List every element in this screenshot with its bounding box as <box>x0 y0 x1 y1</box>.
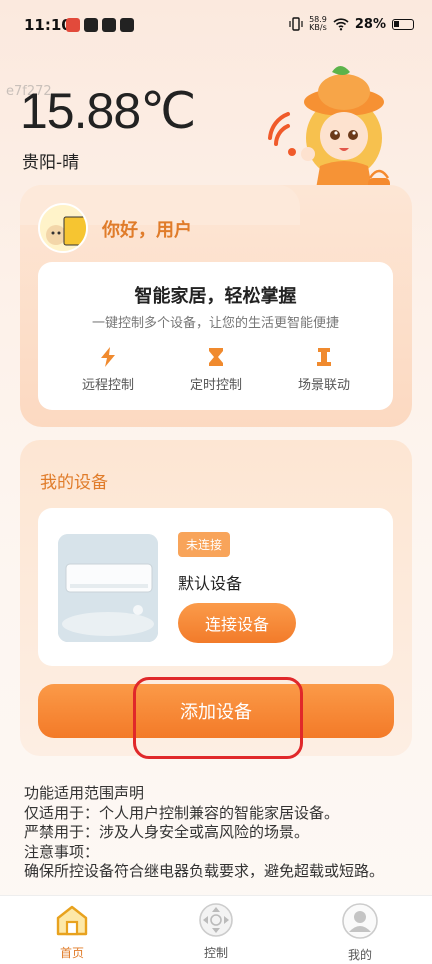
notes-line: 功能适用范围声明 <box>24 784 145 802</box>
device-image <box>58 534 158 642</box>
scene-icon <box>317 348 331 366</box>
status-notification-icons <box>66 18 134 32</box>
tab-label: 首页 <box>59 946 84 960</box>
tab-home[interactable]: 首页 <box>32 902 112 961</box>
tab-control[interactable]: 控制 <box>176 902 256 961</box>
highlight-annotation <box>133 677 303 759</box>
home-icon <box>56 905 88 936</box>
tab-profile[interactable]: 我的 <box>320 902 400 963</box>
temperature: 15.88℃ <box>20 83 196 139</box>
usage-notes: 功能适用范围声明 仅适用于：个人用户控制兼容的智能家居设备。 严禁用于：涉及人身… <box>24 784 414 882</box>
app-notification-icon <box>120 18 134 32</box>
device-item[interactable]: 未连接 默认设备 连接设备 <box>38 508 393 666</box>
feature-box: 智能家居，轻松掌握 一键控制多个设备，让您的生活更智能便捷 远程控制 定时控制 … <box>38 262 393 410</box>
tab-label: 我的 <box>347 948 372 962</box>
devices-title: 我的设备 <box>40 473 108 493</box>
app-notification-icon <box>66 18 80 32</box>
notes-line: 确保所控设备符合继电器负载要求，避免超载或短路。 <box>24 862 385 880</box>
battery-percent: 28% <box>354 16 386 32</box>
feature-title: 智能家居，轻松掌握 <box>134 286 297 307</box>
app-notification-icon <box>102 18 116 32</box>
feature-label: 场景联动 <box>297 378 350 393</box>
tab-label: 控制 <box>203 946 228 960</box>
status-time: 11:10 <box>24 16 72 34</box>
device-name: 默认设备 <box>178 574 243 593</box>
notes-line: 仅适用于：个人用户控制兼容的智能家居设备。 <box>24 803 340 822</box>
hourglass-icon <box>209 348 223 366</box>
feature-label: 远程控制 <box>81 378 134 393</box>
connect-device-button[interactable]: 连接设备 <box>178 603 296 643</box>
avatar[interactable] <box>38 203 88 253</box>
user-icon <box>342 903 378 939</box>
net-speed: 58.9 KB/s <box>309 16 327 32</box>
feature-subtitle: 一键控制多个设备，让您的生活更智能便捷 <box>91 316 339 331</box>
feature-remote-control[interactable]: 远程控制 <box>58 346 158 393</box>
notes-line: 严禁用于：涉及人身安全或高风险的场景。 <box>24 823 310 841</box>
status-badge: 未连接 <box>178 532 231 557</box>
air-conditioner-icon <box>58 534 158 642</box>
net-speed-unit: KB/s <box>309 23 327 32</box>
app-notification-icon <box>84 18 98 32</box>
location-weather: 贵阳-晴 <box>22 153 80 173</box>
wifi-icon <box>333 18 349 31</box>
notes-line: 注意事项： <box>24 842 100 861</box>
dpad-icon <box>199 903 233 937</box>
vibrate-icon <box>289 17 303 31</box>
battery-icon <box>392 18 414 30</box>
feature-timer-control[interactable]: 定时控制 <box>166 346 266 393</box>
status-right: 58.9 KB/s 28% <box>289 16 414 32</box>
status-bar: 11:10 58.9 KB/s 28% <box>0 0 432 52</box>
greeting-text: 你好，用户 <box>102 220 192 241</box>
lightning-icon <box>101 347 115 367</box>
bottom-nav: 首页 控制 我的 <box>0 895 432 964</box>
feature-scene-linkage[interactable]: 场景联动 <box>274 346 374 393</box>
feature-label: 定时控制 <box>189 378 242 393</box>
